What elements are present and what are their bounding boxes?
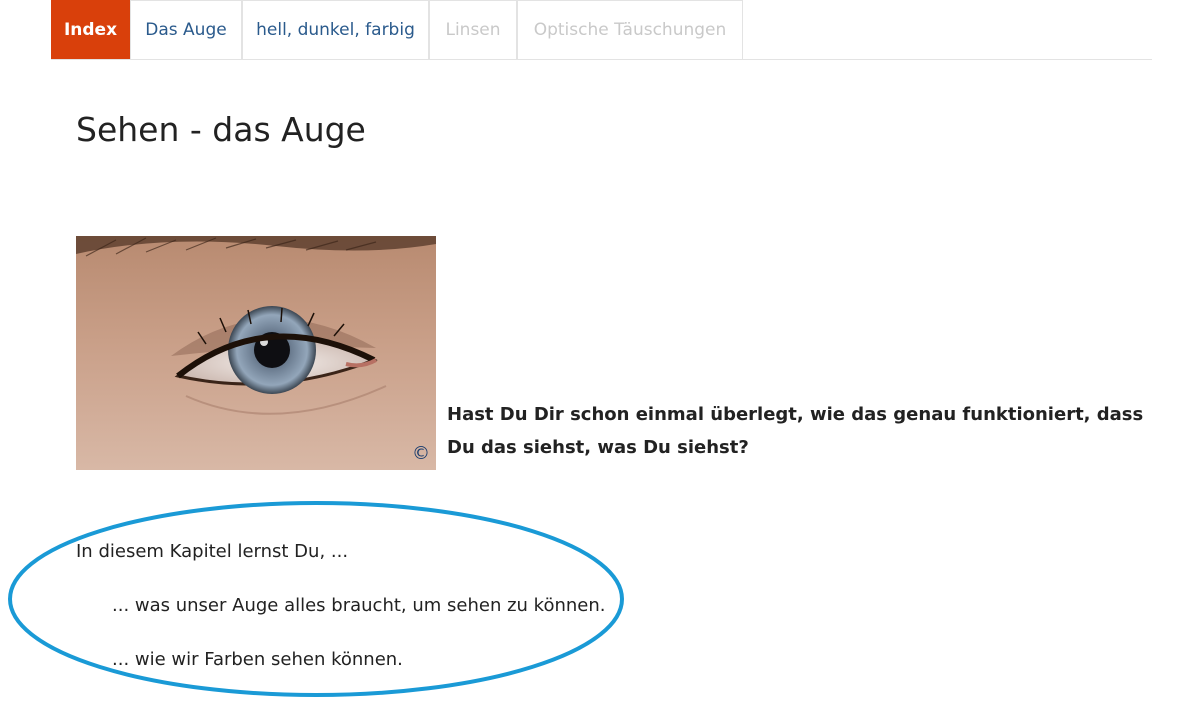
eye-photo: © bbox=[76, 236, 436, 470]
copyright-badge: © bbox=[412, 443, 430, 464]
chapter-goal-item: ... was unser Auge alles braucht, um seh… bbox=[112, 595, 606, 616]
tab-das-auge[interactable]: Das Auge bbox=[130, 0, 242, 59]
chapter-intro: In diesem Kapitel lernst Du, ... bbox=[76, 541, 349, 562]
tab-hell-dunkel-farbig[interactable]: hell, dunkel, farbig bbox=[242, 0, 429, 59]
lead-question: Hast Du Dir schon einmal überlegt, wie d… bbox=[447, 404, 1144, 458]
tab-index[interactable]: Index bbox=[51, 0, 130, 59]
chapter-tabs: Index Das Auge hell, dunkel, farbig Lins… bbox=[51, 0, 1152, 60]
tab-optische-taeuschungen: Optische Täuschungen bbox=[517, 0, 743, 59]
chapter-goal-item: ... wie wir Farben sehen können. bbox=[112, 649, 403, 670]
tab-linsen: Linsen bbox=[429, 0, 517, 59]
page-title: Sehen - das Auge bbox=[76, 110, 366, 149]
